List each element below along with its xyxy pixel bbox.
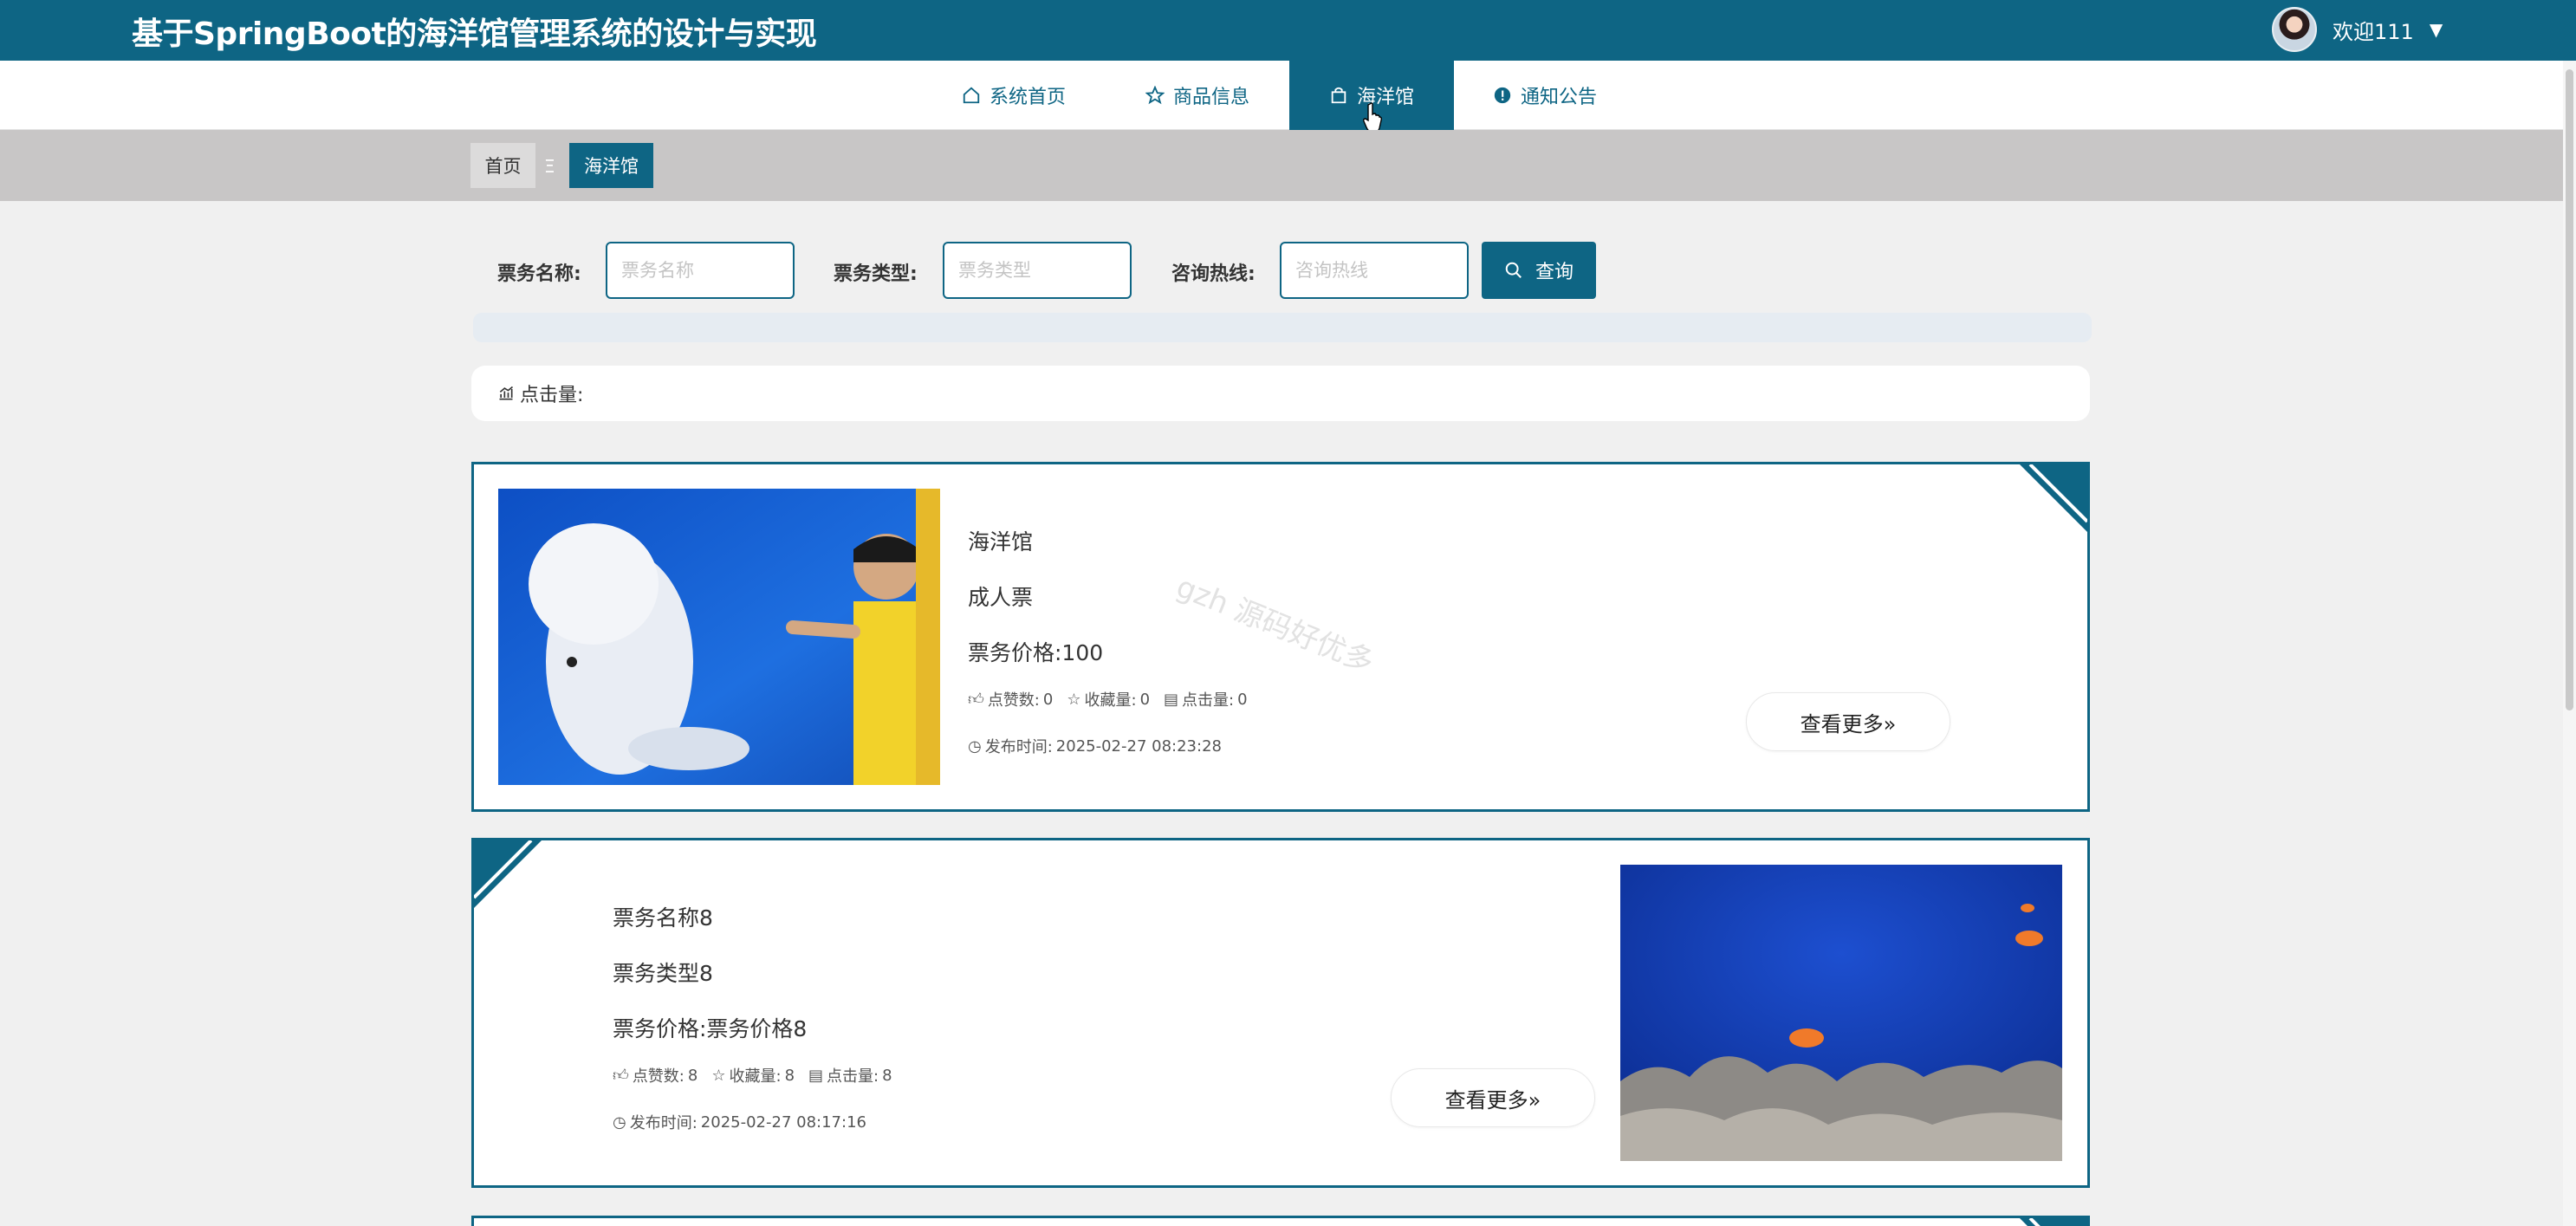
- view-more-button[interactable]: 查看更多»: [1746, 692, 1950, 751]
- aquarium-fish-photo: [1620, 865, 2062, 1161]
- publish-label: 发布时间:: [984, 738, 1053, 756]
- breadcrumb: [0, 130, 2576, 201]
- clock-icon: ◷: [968, 736, 982, 756]
- hotline-input[interactable]: [1280, 242, 1469, 299]
- user-menu[interactable]: 欢迎111 ▼: [2272, 5, 2443, 54]
- ticket-type-label: 票务类型:: [834, 263, 918, 285]
- avatar[interactable]: [2272, 7, 2317, 52]
- star-icon: ☆: [711, 1066, 726, 1085]
- corner-decoration: [474, 840, 542, 908]
- likes-count: 8: [687, 1066, 698, 1085]
- favorites-label: 收藏量:: [1084, 691, 1137, 710]
- card-stats: 👍︎ 点赞数: 0 ☆ 收藏量: 0 ▤ 点击量: 0: [968, 688, 1248, 710]
- caret-down-icon[interactable]: ▼: [2430, 19, 2443, 40]
- clicks-label: 点击量:: [827, 1067, 879, 1086]
- nav-item-label: 商品信息: [1173, 87, 1250, 108]
- breadcrumb-current: 海洋馆: [569, 143, 653, 188]
- ticket-type: 票务类型8: [613, 961, 713, 986]
- ticket-name: 票务名称8: [613, 905, 713, 931]
- card-stats: 👍︎ 点赞数: 8 ☆ 收藏量: 8 ▤ 点击量: 8: [613, 1064, 892, 1087]
- clock-icon: ◷: [613, 1112, 626, 1132]
- breadcrumb-home[interactable]: 首页: [470, 143, 535, 188]
- ticket-name-input[interactable]: [606, 242, 795, 299]
- ticket-name: 海洋馆: [968, 529, 1034, 555]
- ticket-type-input[interactable]: [943, 242, 1132, 299]
- thumbs-up-icon: 👍︎: [968, 691, 984, 709]
- publish-time: 2025-02-27 08:23:28: [1055, 736, 1222, 756]
- sort-bar: 点击量:: [471, 366, 2090, 421]
- nav-item-label: 系统首页: [990, 87, 1067, 108]
- scrollbar-thumb[interactable]: [2566, 69, 2573, 710]
- ticket-price: 票务价格:100: [968, 640, 1104, 665]
- view-more-button[interactable]: 查看更多»: [1391, 1068, 1595, 1127]
- chart-icon: [499, 386, 514, 400]
- star-icon: [1145, 86, 1165, 105]
- nav-item-products[interactable]: 商品信息: [1145, 61, 1249, 130]
- nav-item-home[interactable]: 系统首页: [962, 61, 1066, 130]
- welcome-text[interactable]: 欢迎111: [2333, 15, 2414, 45]
- bag-icon: [1331, 87, 1346, 104]
- document-icon: ▤: [1164, 690, 1179, 709]
- document-icon: ▤: [808, 1066, 824, 1085]
- search-button-label: 查询: [1535, 261, 1574, 282]
- corner-decoration: [2020, 1218, 2087, 1226]
- star-icon: ☆: [1067, 690, 1081, 709]
- likes-label: 点赞数:: [632, 1067, 685, 1086]
- publish-time: 2025-02-27 08:17:16: [700, 1112, 866, 1132]
- main-nav: 系统首页 商品信息 海洋馆 通知公告: [0, 61, 2576, 130]
- favorites-label: 收藏量:: [729, 1067, 782, 1086]
- ticket-card[interactable]: 票务名称8 票务类型8 票务价格:票务价格8 👍︎ 点赞数: 8 ☆ 收藏量: 8 ▤ 点…: [471, 838, 2090, 1188]
- ticket-price: 票务价格:票务价格8: [613, 1016, 808, 1041]
- clicks-count: 0: [1237, 690, 1248, 709]
- clicks-label: 点击量:: [1182, 691, 1235, 710]
- top-header: 基于SpringBoot的海洋馆管理系统的设计与实现 欢迎111 ▼: [0, 0, 2576, 61]
- ticket-name-label: 票务名称:: [497, 263, 581, 285]
- favorites-count: 0: [1139, 690, 1151, 709]
- beluga-photo: [498, 489, 940, 785]
- publish-label: 发布时间:: [629, 1114, 698, 1132]
- sort-by-clicks[interactable]: 点击量:: [520, 379, 583, 407]
- corner-decoration: [2020, 464, 2087, 532]
- mouse-pointer-icon: [1363, 102, 1382, 133]
- divider-strip: [473, 313, 2092, 342]
- ticket-card[interactable]: [471, 1216, 2090, 1226]
- alert-icon: [1494, 87, 1511, 104]
- site-title: 基于SpringBoot的海洋馆管理系统的设计与实现: [132, 16, 817, 52]
- home-icon: [963, 87, 980, 104]
- clicks-count: 8: [882, 1066, 892, 1085]
- nav-item-label: 通知公告: [1521, 87, 1598, 108]
- favorites-count: 8: [784, 1066, 795, 1085]
- breadcrumb-separator: Ξ: [544, 156, 555, 177]
- likes-count: 0: [1042, 690, 1054, 709]
- hotline-label: 咨询热线:: [1171, 263, 1256, 285]
- search-button[interactable]: 查询: [1482, 242, 1596, 299]
- likes-label: 点赞数:: [987, 691, 1040, 710]
- nav-item-notice[interactable]: 通知公告: [1493, 61, 1597, 130]
- search-icon: [1505, 262, 1522, 278]
- thumbs-up-icon: 👍︎: [613, 1067, 629, 1085]
